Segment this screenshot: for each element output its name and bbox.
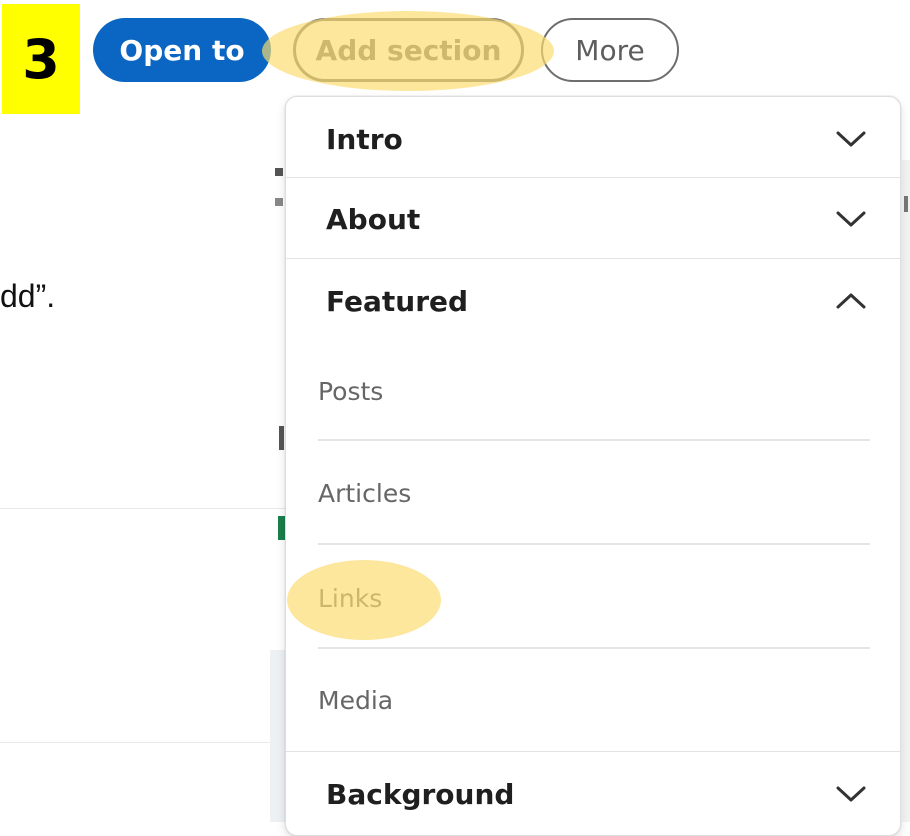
section-featured[interactable]: Featured: [286, 261, 900, 341]
step-number-badge: 3: [2, 4, 80, 114]
featured-item-posts[interactable]: Posts: [318, 351, 870, 431]
background-text-edge: [904, 196, 908, 212]
background-panel-edge: [270, 650, 285, 822]
section-divider: [286, 258, 900, 259]
background-divider: [0, 508, 285, 509]
section-label: Intro: [326, 122, 403, 156]
add-section-button[interactable]: Add section: [293, 18, 524, 82]
featured-item-articles[interactable]: Articles: [318, 453, 870, 533]
featured-item-media[interactable]: Media: [318, 660, 870, 740]
section-divider: [286, 177, 900, 178]
section-label: Featured: [326, 284, 469, 318]
item-divider: [318, 543, 870, 545]
open-to-button[interactable]: Open to: [93, 18, 271, 82]
item-divider: [318, 647, 870, 649]
featured-item-links[interactable]: Links: [318, 558, 870, 638]
section-background[interactable]: Background: [286, 754, 900, 834]
add-section-label: Add section: [315, 33, 502, 67]
background-text-edge: [279, 426, 284, 450]
open-to-label: Open to: [119, 33, 245, 67]
chevron-down-icon: [836, 786, 866, 802]
featured-item-label: Links: [318, 583, 383, 613]
background-divider: [0, 742, 285, 743]
featured-item-label: Articles: [318, 478, 412, 508]
chevron-down-icon: [836, 211, 866, 227]
background-text-edge: [275, 162, 283, 224]
add-section-dropdown: Intro About Featured Posts Articles Link…: [285, 96, 901, 836]
more-label: More: [575, 33, 645, 67]
section-intro[interactable]: Intro: [286, 99, 900, 179]
item-divider: [318, 439, 870, 441]
chevron-up-icon: [836, 293, 866, 309]
section-divider: [286, 751, 900, 752]
chevron-down-icon: [836, 131, 866, 147]
featured-item-label: Posts: [318, 376, 384, 406]
featured-item-label: Media: [318, 685, 394, 715]
background-right-edge: [902, 160, 910, 822]
section-label: Background: [326, 777, 515, 811]
instruction-text-fragment: dd”.: [0, 278, 56, 314]
more-button[interactable]: More: [541, 18, 679, 82]
background-green-bar: [278, 516, 285, 540]
section-about[interactable]: About: [286, 179, 900, 259]
section-label: About: [326, 202, 421, 236]
